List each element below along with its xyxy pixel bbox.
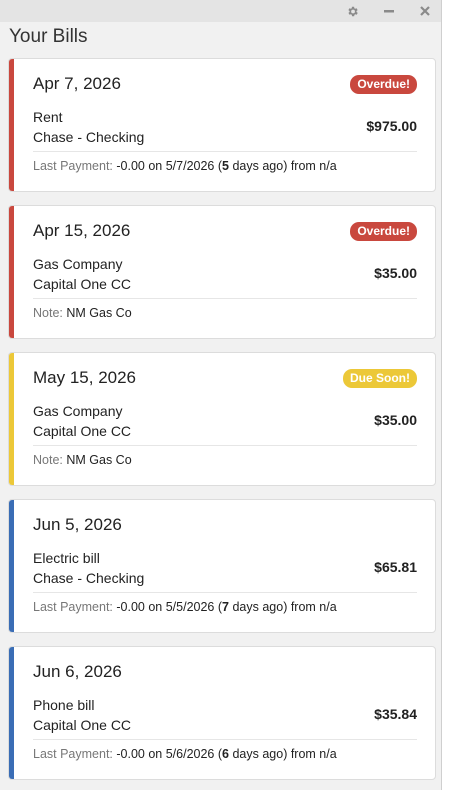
footer-text: NM Gas Co xyxy=(66,306,132,320)
divider xyxy=(33,298,417,299)
bill-details: Rent Chase - Checking xyxy=(33,107,144,147)
title-bar[interactable] xyxy=(0,0,441,22)
footer-label: Note: xyxy=(33,306,63,320)
bill-account: Capital One CC xyxy=(33,717,132,733)
bill-payee: Gas Company xyxy=(33,403,123,419)
divider xyxy=(33,151,417,152)
bill-card[interactable]: Apr 7, 2026 Overdue! Rent Chase - Checki… xyxy=(8,58,436,192)
bill-account: Capital One CC xyxy=(33,423,132,439)
bill-footer: Note: NM Gas Co xyxy=(33,453,132,467)
bill-list: Apr 7, 2026 Overdue! Rent Chase - Checki… xyxy=(8,58,436,793)
footer-text: -0.00 on 5/5/2026 ( xyxy=(116,600,223,614)
footer-days: 6 xyxy=(222,747,229,761)
bill-payee: Rent xyxy=(33,109,63,125)
status-badge: Overdue! xyxy=(350,222,417,241)
bill-footer: Note: NM Gas Co xyxy=(33,306,132,320)
status-accent-bar xyxy=(9,59,14,191)
bill-card[interactable]: Apr 15, 2026 Overdue! Gas Company Capita… xyxy=(8,205,436,339)
footer-text-end: days ago) from n/a xyxy=(228,747,337,761)
footer-days: 7 xyxy=(222,600,229,614)
bill-payee: Electric bill xyxy=(33,550,100,566)
close-icon[interactable] xyxy=(417,3,433,19)
footer-label: Last Payment: xyxy=(33,600,113,614)
bill-due-date: May 15, 2026 xyxy=(33,368,137,387)
divider xyxy=(33,739,417,740)
bill-amount: $35.00 xyxy=(374,265,417,281)
bill-due-date: Jun 6, 2026 xyxy=(33,662,122,681)
bill-footer: Last Payment: -0.00 on 5/6/2026 (6 days … xyxy=(33,747,337,761)
footer-text-end: days ago) from n/a xyxy=(228,159,337,173)
divider xyxy=(33,445,417,446)
footer-days: 5 xyxy=(222,159,229,173)
bill-amount: $35.00 xyxy=(374,412,417,428)
status-accent-bar xyxy=(9,647,14,779)
status-accent-bar xyxy=(9,206,14,338)
status-badge: Due Soon! xyxy=(343,369,417,388)
gear-icon[interactable] xyxy=(344,3,360,19)
footer-label: Note: xyxy=(33,453,63,467)
status-badge: Overdue! xyxy=(350,75,417,94)
minimize-icon[interactable] xyxy=(381,3,397,19)
bill-account: Chase - Checking xyxy=(33,129,145,145)
bill-footer: Last Payment: -0.00 on 5/5/2026 (7 days … xyxy=(33,600,337,614)
bill-details: Gas Company Capital One CC xyxy=(33,401,131,441)
bill-details: Phone bill Capital One CC xyxy=(33,695,131,735)
footer-label: Last Payment: xyxy=(33,159,113,173)
bill-account: Capital One CC xyxy=(33,276,132,292)
bill-footer: Last Payment: -0.00 on 5/7/2026 (5 days … xyxy=(33,159,337,173)
footer-text: -0.00 on 5/7/2026 ( xyxy=(116,159,223,173)
bill-amount: $975.00 xyxy=(366,118,417,134)
bill-due-date: Apr 7, 2026 xyxy=(33,74,121,93)
bill-card[interactable]: Jun 5, 2026 Electric bill Chase - Checki… xyxy=(8,499,436,633)
bill-due-date: Apr 15, 2026 xyxy=(33,221,131,240)
status-accent-bar xyxy=(9,353,14,485)
page-title: Your Bills xyxy=(9,26,88,47)
bill-card[interactable]: Jun 6, 2026 Phone bill Capital One CC $3… xyxy=(8,646,436,780)
bill-payee: Gas Company xyxy=(33,256,123,272)
divider xyxy=(33,592,417,593)
bill-details: Gas Company Capital One CC xyxy=(33,254,131,294)
bills-panel: Your Bills Apr 7, 2026 Overdue! Rent Cha… xyxy=(0,0,442,790)
bill-card[interactable]: May 15, 2026 Due Soon! Gas Company Capit… xyxy=(8,352,436,486)
bill-amount: $35.84 xyxy=(374,706,417,722)
footer-text-end: days ago) from n/a xyxy=(228,600,337,614)
bill-account: Chase - Checking xyxy=(33,570,145,586)
status-accent-bar xyxy=(9,500,14,632)
footer-text: -0.00 on 5/6/2026 ( xyxy=(116,747,223,761)
bill-details: Electric bill Chase - Checking xyxy=(33,548,144,588)
footer-text: NM Gas Co xyxy=(66,453,132,467)
bill-due-date: Jun 5, 2026 xyxy=(33,515,122,534)
footer-label: Last Payment: xyxy=(33,747,113,761)
bill-payee: Phone bill xyxy=(33,697,95,713)
bill-amount: $65.81 xyxy=(374,559,417,575)
